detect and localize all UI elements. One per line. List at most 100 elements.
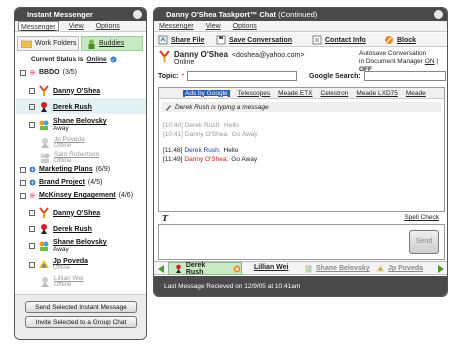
group-collapse-icon[interactable]: − [29,192,36,199]
buddy-name[interactable]: Danny O'Shea [53,210,100,217]
menu-messenger[interactable]: Messenger [18,21,59,31]
status-value[interactable]: Online [86,56,106,63]
group-checkbox[interactable] [20,179,26,186]
buddy-row[interactable]: Derek Rush [29,223,92,235]
buddy-name[interactable]: Derek Rush [53,104,92,111]
buddy-row[interactable]: Danny O'Shea [29,207,100,219]
ad-link[interactable]: Meade ETX [278,90,312,97]
buddy-name[interactable]: Sam Robertson [54,151,99,158]
message-list: [10:40] Derek Rush: Hello [10:41] Danny O'Sh… [159,115,444,164]
tab-label: Shane Belovsky [316,265,370,272]
block-button[interactable]: Block [384,35,416,45]
block-icon [385,36,393,44]
conversation-tab[interactable]: Shane Belovsky [304,264,370,273]
group-name: Brand Project [39,179,85,186]
buddy-checkbox[interactable] [29,104,35,110]
contact-info-button[interactable]: Contact Info [312,35,366,45]
ads-by-google[interactable]: Ads by Google [183,89,230,97]
buddy-name[interactable]: Derek Rush [53,226,92,233]
autosave-on[interactable]: ON [425,58,435,65]
buddy-checkbox[interactable] [29,88,35,94]
invite-group-chat-button[interactable]: Invite Selected to a Group Chat [25,316,137,328]
close-icon[interactable] [133,10,142,19]
tab-work-folders[interactable]: Work Folders [17,36,79,51]
buddy-checkbox[interactable] [29,261,35,268]
share-file-icon [158,35,168,45]
buddy-row[interactable]: Shane Belovsky Away [29,118,107,132]
ad-link[interactable]: Meade [406,90,426,97]
buddy-name[interactable]: Jp Poveda [53,258,88,265]
buddy-name[interactable]: Danny O'Shea [53,88,100,95]
offline-buddy-icon [40,153,50,163]
chat-message: [11:49] Danny O'Shea: Go Away [163,155,440,164]
group-checkbox[interactable] [20,192,26,199]
group-bbdo[interactable]: − BBDO (3/5) [20,69,77,76]
topic-label: Topic: [158,72,179,80]
spell-check-link[interactable]: Spell Check [404,214,439,221]
conversation-tab-active[interactable]: Derek Rush [168,262,242,276]
close-icon[interactable] [434,10,443,19]
group-brand-project[interactable]: + Brand Project (4/5) [20,179,102,186]
chat-window: Danny O'Shea Taskport™ Chat (Continued) … [153,7,448,297]
buddy-row[interactable]: Derek Rush [29,101,92,113]
buddy-row[interactable]: Danny O'Shea [29,85,100,97]
buddy-row[interactable]: Shane Belovsky Away [29,239,107,253]
group-expand-icon[interactable]: + [29,166,36,173]
typing-indicator: Derek Rush is typing a message [162,102,441,112]
ad-link[interactable]: Meade LXD75 [356,90,398,97]
group-checkbox[interactable] [20,166,26,173]
menu-view[interactable]: View [67,21,86,31]
close-tab-icon[interactable] [233,265,241,273]
buddy-checkbox[interactable] [29,122,35,128]
buddy-name[interactable]: Shane Belovsky [53,118,107,125]
conversation-tab[interactable]: Lillian Wei [254,264,289,271]
ad-link[interactable]: Celestron [321,90,349,97]
tab-scroll-right-icon[interactable] [437,264,445,274]
group-mckinsey[interactable]: − McKinsey Engagement (4/6) [20,192,133,199]
group-name: BBDO [39,69,60,76]
menu-options[interactable]: Options [231,21,259,31]
aim-icon [176,264,181,273]
conversation-tab[interactable]: Jp Poveda [376,264,423,273]
group-marketing-plans[interactable]: + Marketing Plans (6/9) [20,166,110,173]
status-bar-text: Last Message Recieved on 12/9/05 at 10:4… [164,283,301,290]
chat-title: Danny O'Shea Taskport™ Chat [166,10,276,19]
tab-scroll-left-icon[interactable] [157,264,165,274]
message-time: [11:48] [163,147,183,154]
google-search-input[interactable] [363,71,446,81]
menu-view[interactable]: View [204,21,223,31]
buddy-row[interactable]: Jp Poveda Offline [29,258,88,271]
tab-work-folders-label: Work Folders [35,40,77,47]
topic-input[interactable] [187,71,298,81]
tab-buddies-label: Buddies [99,40,125,47]
message-time: [11:49] [163,156,183,163]
chat-message: [10:41] Danny O'Shea: Go Away [163,130,440,139]
tab-buddies[interactable]: Buddies [81,36,143,51]
share-file-button[interactable]: Share File [158,35,204,45]
text-format-icon[interactable]: T [162,213,168,223]
menu-messenger[interactable]: Messenger [157,21,196,31]
buddy-row[interactable]: Jp Poveda Offline [39,136,85,149]
menu-options[interactable]: Options [94,21,122,31]
group-checkbox[interactable] [20,69,26,76]
svg-text:+: + [30,180,35,186]
buddy-checkbox[interactable] [29,226,35,232]
send-button[interactable]: Send [409,230,439,254]
buddy-checkbox[interactable] [29,243,35,249]
buddy-name[interactable]: Lillian Wei [54,275,84,282]
buddy-row[interactable]: Sam Robertson Offline [39,151,99,164]
buddy-checkbox[interactable] [29,210,35,216]
buddy-row[interactable]: Lillian Wei Offline [39,275,84,288]
group-expand-icon[interactable]: + [29,179,36,186]
group-name: Marketing Plans [39,166,93,173]
message-input[interactable] [158,224,445,260]
chat-message: [10:40] Derek Rush: Hello [163,121,440,130]
folder-icon [21,40,32,48]
buddy-name[interactable]: Shane Belovsky [53,239,107,246]
ad-link[interactable]: Telescopes [238,90,271,97]
status-online-icon: ✓ [110,56,117,63]
buddy-name[interactable]: Jp Poveda [54,136,85,143]
save-conversation-button[interactable]: Save Conversation [216,35,292,45]
send-selected-im-button[interactable]: Send Selected Instant Message [25,301,137,313]
group-collapse-icon[interactable]: − [29,69,36,76]
